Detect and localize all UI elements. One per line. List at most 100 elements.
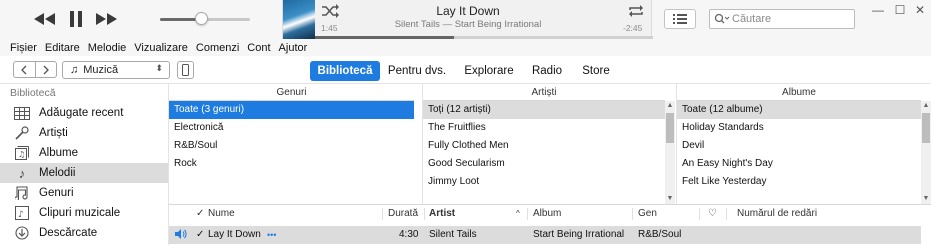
iphone-icon (182, 64, 189, 76)
column-header-check[interactable]: ✓ (196, 205, 204, 223)
back-button[interactable] (14, 62, 36, 77)
music-note-icon: ♫ (70, 64, 79, 76)
up-next-list-button[interactable] (664, 9, 696, 29)
volume-knob[interactable] (194, 12, 208, 25)
list-item[interactable]: Jimmy Loot (423, 173, 665, 191)
column-divider (527, 208, 528, 220)
menu-help[interactable]: Ajutor (279, 42, 308, 54)
list-item[interactable]: Felt Like Yesterday (677, 173, 921, 191)
scroll-up-arrow-icon[interactable]: ▲ (665, 101, 675, 111)
song-duration: 4:30 (399, 229, 419, 240)
column-header-duration[interactable]: Durată (388, 205, 418, 223)
sidebar-item-music-videos[interactable]: ♪ Clipuri muzicale (0, 203, 168, 223)
genres-column-header[interactable]: Genuri (169, 84, 414, 101)
sort-ascending-icon: ^ (516, 209, 520, 218)
close-button[interactable]: ✕ (912, 3, 928, 17)
scroll-down-arrow-icon[interactable]: ▼ (921, 194, 931, 204)
list-item[interactable]: Fully Clothed Men (423, 137, 665, 155)
grid-icon (14, 106, 30, 120)
sidebar-item-downloaded[interactable]: Descărcate (0, 223, 168, 243)
list-item[interactable]: R&B/Soul (169, 137, 414, 155)
elapsed-time: 1:45 (321, 23, 338, 33)
sidebar-item-label: Genuri (39, 187, 74, 199)
volume-slider[interactable] (160, 12, 250, 25)
search-placeholder: Căutare (732, 13, 772, 25)
maximize-button[interactable]: ☐ (892, 3, 908, 17)
menu-song[interactable]: Melodie (88, 42, 127, 54)
menu-view[interactable]: Vizualizare (134, 42, 188, 54)
scroll-up-arrow-icon[interactable]: ▲ (921, 101, 931, 111)
album-icon: ♫ (14, 146, 30, 160)
sidebar-item-label: Melodii (39, 167, 76, 179)
column-header-album[interactable]: Album (533, 205, 561, 223)
repeat-icon[interactable] (627, 4, 645, 18)
back-forward-buttons (13, 61, 57, 78)
artists-scrollbar[interactable]: ▲ ▼ (665, 101, 675, 204)
media-kind-value: Muzică (83, 64, 119, 76)
tab-library[interactable]: Bibliotecă (310, 61, 380, 81)
column-header-genre[interactable]: Gen (638, 205, 657, 223)
table-row[interactable]: ✓ Lay It Down ••• 4:30 Silent Tails Star… (169, 226, 921, 244)
tab-store[interactable]: Store (576, 61, 616, 81)
column-header-name[interactable]: Nume (208, 205, 235, 223)
sidebar-item-songs[interactable]: ♪ Melodii (0, 163, 168, 183)
list-item[interactable]: Devil (677, 137, 921, 155)
minimize-button[interactable]: — (870, 3, 886, 17)
now-playing-title: Lay It Down (436, 4, 500, 18)
close-icon: ✕ (914, 3, 926, 17)
artists-column-header[interactable]: Artiști (422, 84, 665, 101)
now-playing-subtitle: Silent Tails — Start Being Irrational (394, 19, 542, 30)
sidebar-item-recently-added[interactable]: Adăugate recent (0, 103, 168, 123)
list-item[interactable]: An Easy Night's Day (677, 155, 921, 173)
sidebar-item-artists[interactable]: Artiști (0, 123, 168, 143)
device-button[interactable] (177, 61, 194, 79)
list-icon (673, 14, 687, 24)
list-item[interactable]: Toate (12 albume) (677, 101, 921, 119)
navigation-toolbar: ♫ Muzică ⬍ Bibliotecă Pentru dvs. Explor… (0, 56, 931, 84)
tab-radio[interactable]: Radio (528, 61, 566, 81)
tab-for-you[interactable]: Pentru dvs. (384, 61, 450, 81)
song-check[interactable]: ✓ (196, 226, 204, 244)
search-field[interactable]: Căutare (709, 9, 855, 29)
more-options-button[interactable]: ••• (267, 226, 276, 244)
pause-button[interactable] (66, 8, 86, 30)
list-item[interactable]: Holiday Standards (677, 119, 921, 137)
media-kind-select[interactable]: ♫ Muzică ⬍ (62, 61, 170, 79)
sidebar-item-albums[interactable]: ♫ Albume (0, 143, 168, 163)
menu-edit[interactable]: Editare (45, 42, 80, 54)
song-name: Lay It Down (208, 229, 261, 240)
player-bar: Lay It Down Silent Tails — Start Being I… (0, 0, 931, 39)
list-item[interactable]: Electronică (169, 119, 414, 137)
menu-controls[interactable]: Comenzi (196, 42, 239, 54)
svg-text:♪: ♪ (18, 210, 24, 220)
sidebar-item-genres[interactable]: Genuri (0, 183, 168, 203)
list-item[interactable]: The Fruitflies (423, 119, 665, 137)
sidebar-item-label: Albume (39, 147, 78, 159)
sidebar-heading: Bibliotecă (10, 87, 56, 99)
scrollbar-thumb[interactable] (666, 113, 674, 143)
search-icon (714, 13, 730, 24)
artists-list: Toți (12 artiști) The Fruitflies Fully C… (422, 101, 665, 204)
list-item[interactable]: Good Secularism (423, 155, 665, 173)
tab-browse[interactable]: Explorare (460, 61, 518, 81)
sidebar-item-label: Descărcate (39, 227, 98, 239)
menu-file[interactable]: Fișier (10, 42, 37, 54)
previous-track-button[interactable] (32, 9, 58, 29)
albums-scrollbar[interactable]: ▲ ▼ (921, 101, 931, 204)
list-item[interactable]: Rock (169, 155, 414, 173)
list-item[interactable]: Toți (12 artiști) (423, 101, 665, 119)
column-header-love[interactable]: ♡ (708, 205, 717, 223)
column-header-artist[interactable]: Artist (429, 205, 455, 223)
up-down-caret-icon: ⬍ (155, 63, 163, 73)
menu-account[interactable]: Cont (247, 42, 270, 54)
forward-button[interactable] (36, 62, 57, 77)
scrollbar-thumb[interactable] (922, 113, 930, 143)
next-track-button[interactable] (94, 9, 120, 29)
scroll-down-arrow-icon[interactable]: ▼ (665, 194, 675, 204)
column-header-plays[interactable]: Numărul de redări (737, 205, 817, 223)
list-item[interactable]: Toate (3 genuri) (169, 101, 414, 119)
microphone-icon (14, 126, 30, 140)
genres-list: Toate (3 genuri) Electronică R&B/Soul Ro… (169, 101, 414, 204)
albums-column-header[interactable]: Albume (676, 84, 921, 101)
music-video-icon: ♪ (14, 206, 30, 220)
